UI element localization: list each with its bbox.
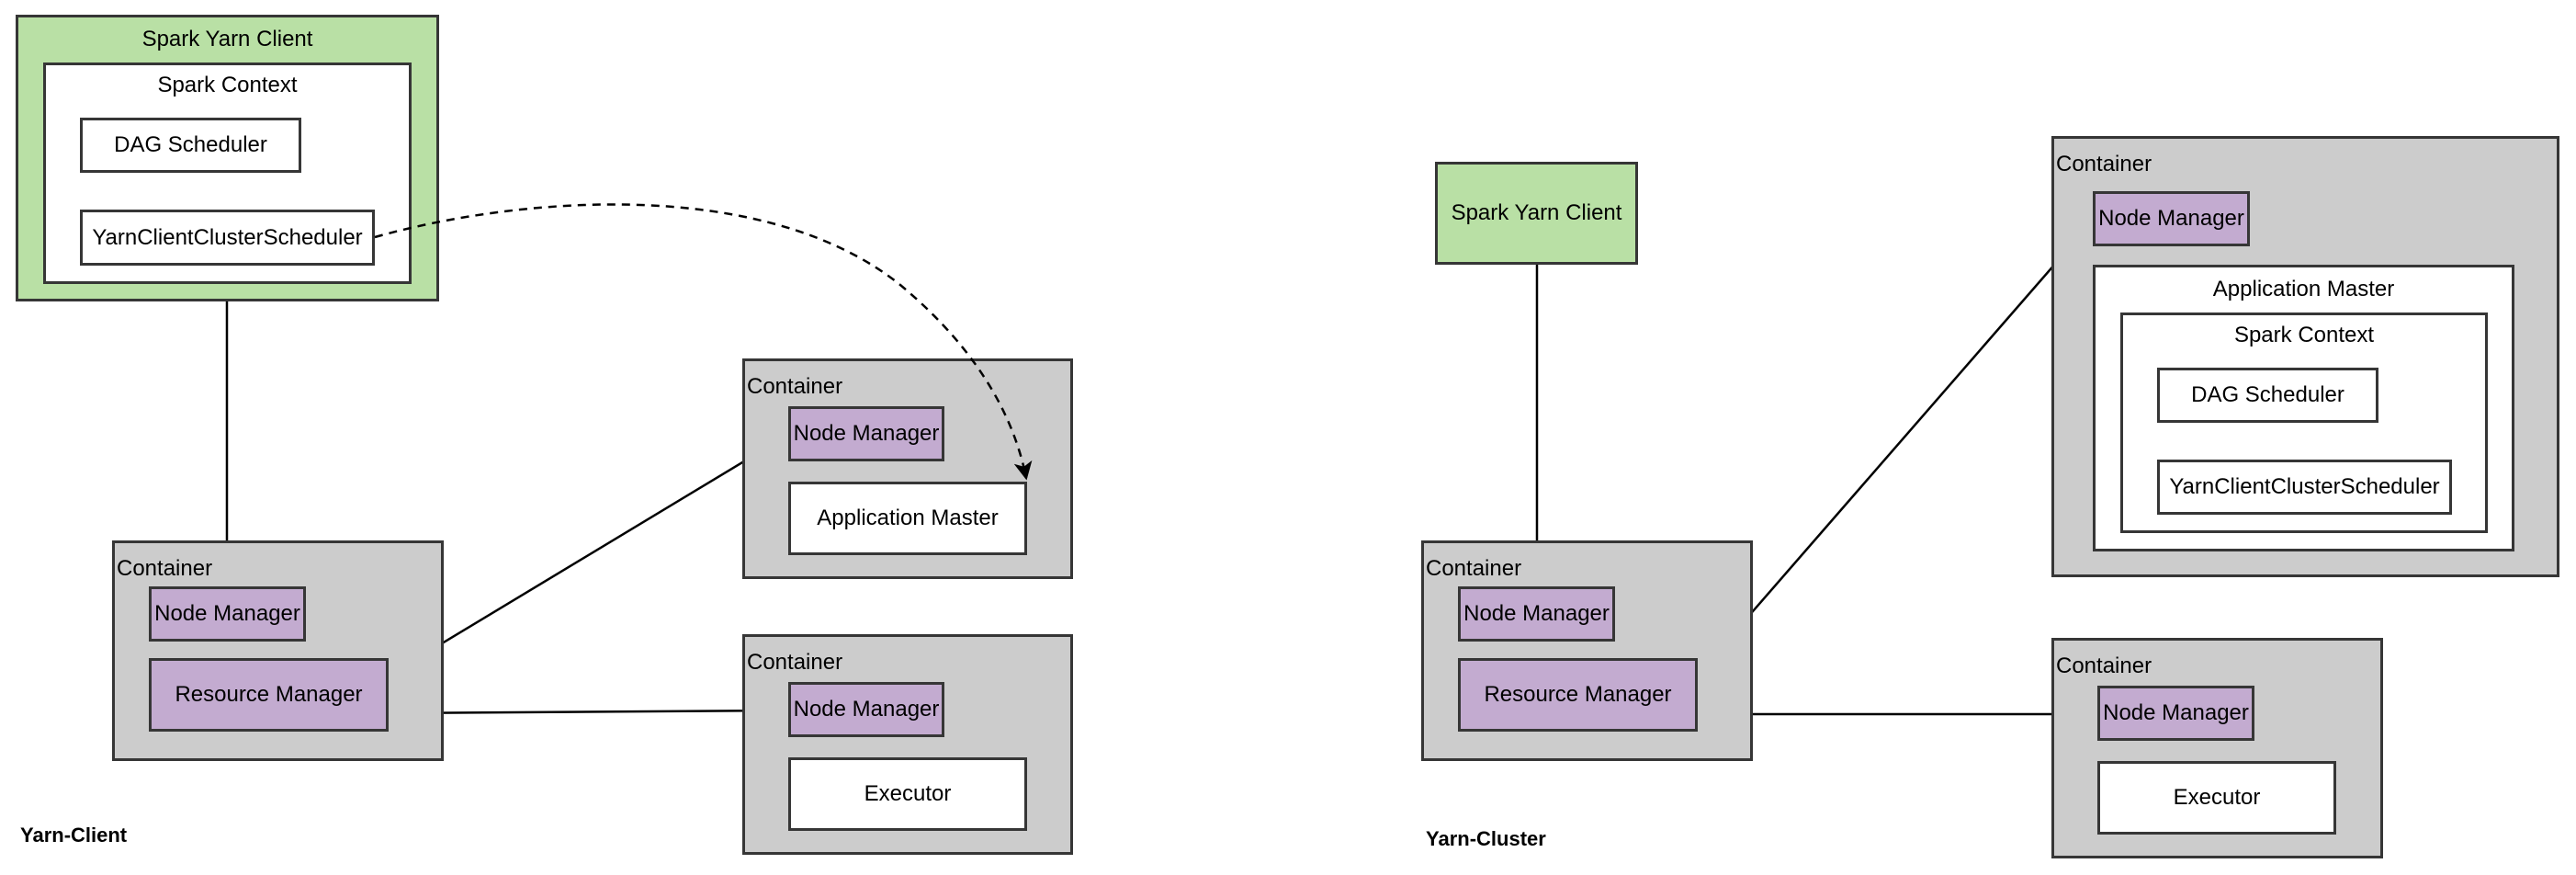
dag-scheduler-label: DAG Scheduler [2191,382,2344,407]
spark-context-label: Spark Context [157,73,298,97]
node-manager-box[interactable]: Node Manager [2097,686,2254,741]
yarn-client-cluster-scheduler-box[interactable]: YarnClientClusterScheduler [2157,460,2452,515]
dag-scheduler-label: DAG Scheduler [114,132,267,157]
spark-yarn-client-label: Spark Yarn Client [141,27,313,51]
resource-manager-box[interactable]: Resource Manager [149,658,389,732]
node-manager-box[interactable]: Node Manager [149,586,306,642]
dag-scheduler-box[interactable]: DAG Scheduler [80,118,301,173]
yarn-client-cluster-scheduler-label: YarnClientClusterScheduler [92,224,363,250]
node-manager-label: Node Manager [1463,601,1610,626]
container-label: Container [2056,653,2152,678]
node-manager-label: Node Manager [793,421,940,446]
application-master-box[interactable]: Application Master [788,482,1027,555]
node-manager-box[interactable]: Node Manager [788,406,944,461]
executor-box[interactable]: Executor [788,757,1027,831]
node-manager-label: Node Manager [154,601,300,626]
node-manager-label: Node Manager [2098,206,2244,231]
yarn-cluster-title: Yarn-Cluster [1426,827,1546,850]
edge-rm-to-executor-nodemanager [388,709,789,715]
executor-label: Executor [2173,785,2261,810]
executor-box[interactable]: Executor [2097,761,2336,835]
spark-context-label: Spark Context [2233,323,2375,347]
spark-yarn-client-label: Spark Yarn Client [1451,200,1622,225]
container-label: Container [747,374,843,399]
edge-rm-to-am-nodemanager [388,433,789,677]
resource-manager-label: Resource Manager [1484,682,1672,707]
edge-rm-to-am-nodemanager-cluster [1697,220,2094,676]
node-manager-label: Node Manager [793,697,940,722]
executor-label: Executor [864,781,952,806]
yarn-client-title: Yarn-Client [20,824,128,847]
application-master-label: Application Master [2212,277,2395,301]
container-label: Container [117,556,213,581]
node-manager-label: Node Manager [2103,700,2249,725]
yarn-client-cluster-scheduler-label: YarnClientClusterScheduler [2169,474,2440,499]
resource-manager-label: Resource Manager [175,682,363,707]
resource-manager-box[interactable]: Resource Manager [1458,658,1698,732]
application-master-label: Application Master [817,506,999,530]
dag-scheduler-box[interactable]: DAG Scheduler [2157,368,2378,423]
container-label: Container [2056,152,2152,176]
yarn-client-cluster-scheduler-box[interactable]: YarnClientClusterScheduler [80,210,375,266]
node-manager-box[interactable]: Node Manager [1458,586,1615,642]
container-label: Container [1426,556,1522,581]
container-label: Container [747,650,843,675]
spark-yarn-client-box[interactable]: Spark Yarn Client [1435,162,1638,265]
node-manager-box[interactable]: Node Manager [788,682,944,737]
node-manager-box[interactable]: Node Manager [2093,191,2250,246]
